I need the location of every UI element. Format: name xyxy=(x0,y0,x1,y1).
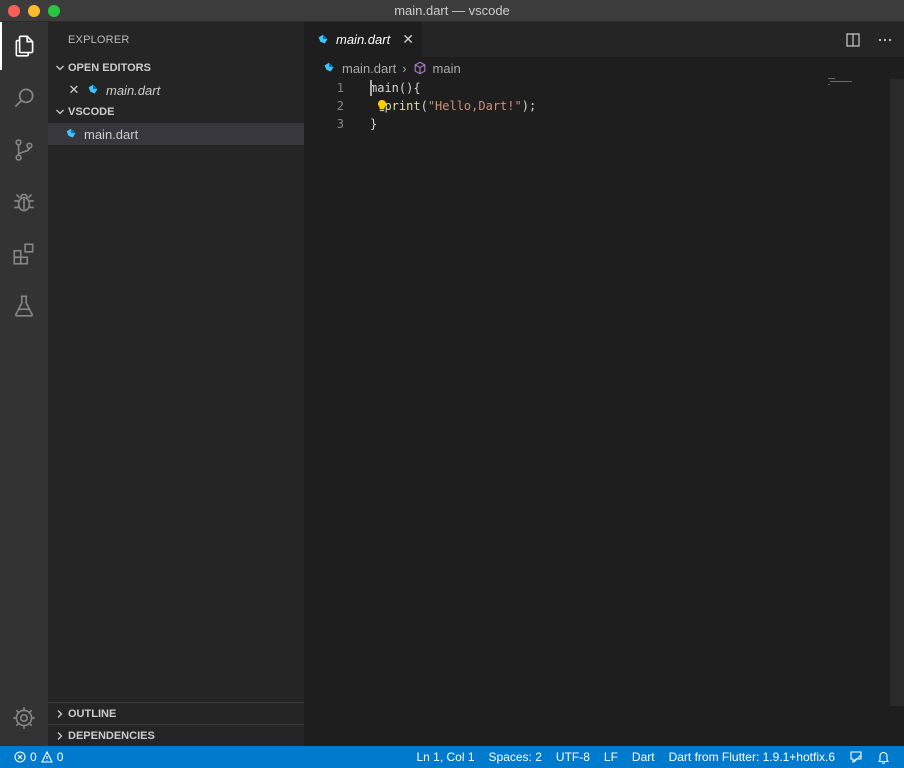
minimap[interactable] xyxy=(828,78,854,86)
open-editors-label: OPEN EDITORS xyxy=(68,62,151,74)
manage-activity[interactable] xyxy=(0,694,48,742)
editor-actions xyxy=(846,22,892,57)
explorer-sidebar: EXPLORER OPEN EDITORS ✕ main.dart VSCODE… xyxy=(48,22,304,746)
code-text: main(){ xyxy=(370,81,421,95)
feedback-icon[interactable] xyxy=(849,750,863,764)
testing-flask-icon xyxy=(14,295,34,317)
workspace-header[interactable]: VSCODE xyxy=(48,101,304,123)
code-text: } xyxy=(370,117,378,131)
code-text: print("Hello,Dart!"); xyxy=(370,97,536,115)
files-icon xyxy=(15,35,34,57)
source-control-icon xyxy=(15,139,33,161)
debug-icon xyxy=(14,193,34,212)
search-activity[interactable] xyxy=(0,74,48,122)
code-string: "Hello,Dart!" xyxy=(427,99,522,113)
notifications-bell-icon[interactable] xyxy=(877,750,890,764)
more-actions-icon[interactable] xyxy=(878,33,892,47)
breadcrumb-file[interactable]: main.dart xyxy=(342,61,396,76)
title-bar: main.dart — vscode xyxy=(0,0,904,22)
lightbulb-icon[interactable] xyxy=(376,97,390,115)
outline-label: OUTLINE xyxy=(68,707,117,720)
status-bar-right: Ln 1, Col 1 Spaces: 2 UTF-8 LF Dart Dart… xyxy=(416,746,890,768)
dependencies-header[interactable]: DEPENDENCIES xyxy=(48,724,304,746)
close-editor-icon[interactable]: ✕ xyxy=(66,82,82,98)
tab-main-dart[interactable]: main.dart ✕ xyxy=(304,22,422,57)
tab-label: main.dart xyxy=(336,32,391,47)
code-paren-open: ( xyxy=(420,99,428,113)
window-title: main.dart — vscode xyxy=(394,3,510,18)
file-tree-label: main.dart xyxy=(84,126,139,142)
line-number: 3 xyxy=(336,117,344,131)
chevron-right-icon xyxy=(52,731,68,741)
errors-value: 0 xyxy=(30,750,37,764)
minimize-window-button[interactable] xyxy=(28,5,40,17)
open-editor-label: main.dart xyxy=(106,82,161,98)
text-cursor xyxy=(370,80,372,96)
dart-file-icon xyxy=(88,84,98,94)
chevron-down-icon xyxy=(52,63,68,73)
indentation[interactable]: Spaces: 2 xyxy=(489,750,542,764)
search-icon xyxy=(14,88,34,108)
cursor-position[interactable]: Ln 1, Col 1 xyxy=(416,750,474,764)
close-window-button[interactable] xyxy=(8,5,20,17)
window-controls xyxy=(8,5,60,17)
warning-icon xyxy=(40,751,53,763)
sidebar-bottom-panels: OUTLINE DEPENDENCIES xyxy=(48,702,304,746)
tab-close-icon[interactable]: ✕ xyxy=(402,31,414,48)
code-line-2: 2 print("Hello,Dart!"); xyxy=(304,97,884,115)
outline-header[interactable]: OUTLINE xyxy=(48,702,304,724)
breadcrumb: main.dart › main xyxy=(304,57,904,79)
code-paren-close: ); xyxy=(521,99,537,113)
chevron-down-icon xyxy=(52,107,68,117)
editor-tab-bar: main.dart ✕ xyxy=(304,22,904,57)
file-tree-item[interactable]: main.dart xyxy=(48,123,304,145)
chevron-right-icon xyxy=(52,709,68,719)
error-icon xyxy=(14,751,26,763)
symbol-method-icon xyxy=(414,61,425,75)
dart-sdk-version[interactable]: Dart from Flutter: 1.9.1+hotfix.6 xyxy=(669,750,835,764)
line-number: 2 xyxy=(336,99,344,113)
testing-activity[interactable] xyxy=(0,282,48,330)
dart-file-icon xyxy=(324,62,334,72)
dart-file-icon xyxy=(66,128,76,138)
sidebar-title: EXPLORER xyxy=(68,33,130,46)
dependencies-label: DEPENDENCIES xyxy=(68,729,155,742)
code-line-1: 1 main(){ xyxy=(304,79,884,97)
debug-activity[interactable] xyxy=(0,178,48,226)
status-bar: 0 0 Ln 1, Col 1 Spaces: 2 UTF-8 LF Dart … xyxy=(0,746,904,768)
language-mode[interactable]: Dart xyxy=(632,750,655,764)
split-editor-icon[interactable] xyxy=(846,32,860,47)
editor-scrollbar[interactable] xyxy=(890,79,904,706)
maximize-window-button[interactable] xyxy=(48,5,60,17)
problems-indicator[interactable]: 0 0 xyxy=(0,750,63,764)
extensions-activity[interactable] xyxy=(0,230,48,278)
source-control-activity[interactable] xyxy=(0,126,48,174)
open-editors-header[interactable]: OPEN EDITORS xyxy=(48,57,304,79)
encoding[interactable]: UTF-8 xyxy=(556,750,590,764)
warnings-value: 0 xyxy=(56,750,64,764)
line-number: 1 xyxy=(336,81,344,95)
activity-bar xyxy=(0,22,48,746)
breadcrumb-separator: › xyxy=(402,60,407,76)
dart-file-icon xyxy=(318,34,328,43)
errors-count: 0 xyxy=(14,750,37,764)
extensions-icon xyxy=(13,243,34,265)
end-of-line[interactable]: LF xyxy=(604,750,618,764)
gear-icon xyxy=(13,707,35,729)
warnings-count: 0 xyxy=(40,750,64,764)
open-editor-item[interactable]: ✕ main.dart xyxy=(48,79,304,101)
code-editor[interactable]: 1 main(){ 2 print("Hello,Dart!"); 3 } xyxy=(304,79,904,746)
code-line-3: 3 } xyxy=(304,115,884,133)
explorer-activity[interactable] xyxy=(0,22,48,70)
workspace-label: VSCODE xyxy=(68,106,115,118)
breadcrumb-symbol[interactable]: main xyxy=(433,61,461,76)
